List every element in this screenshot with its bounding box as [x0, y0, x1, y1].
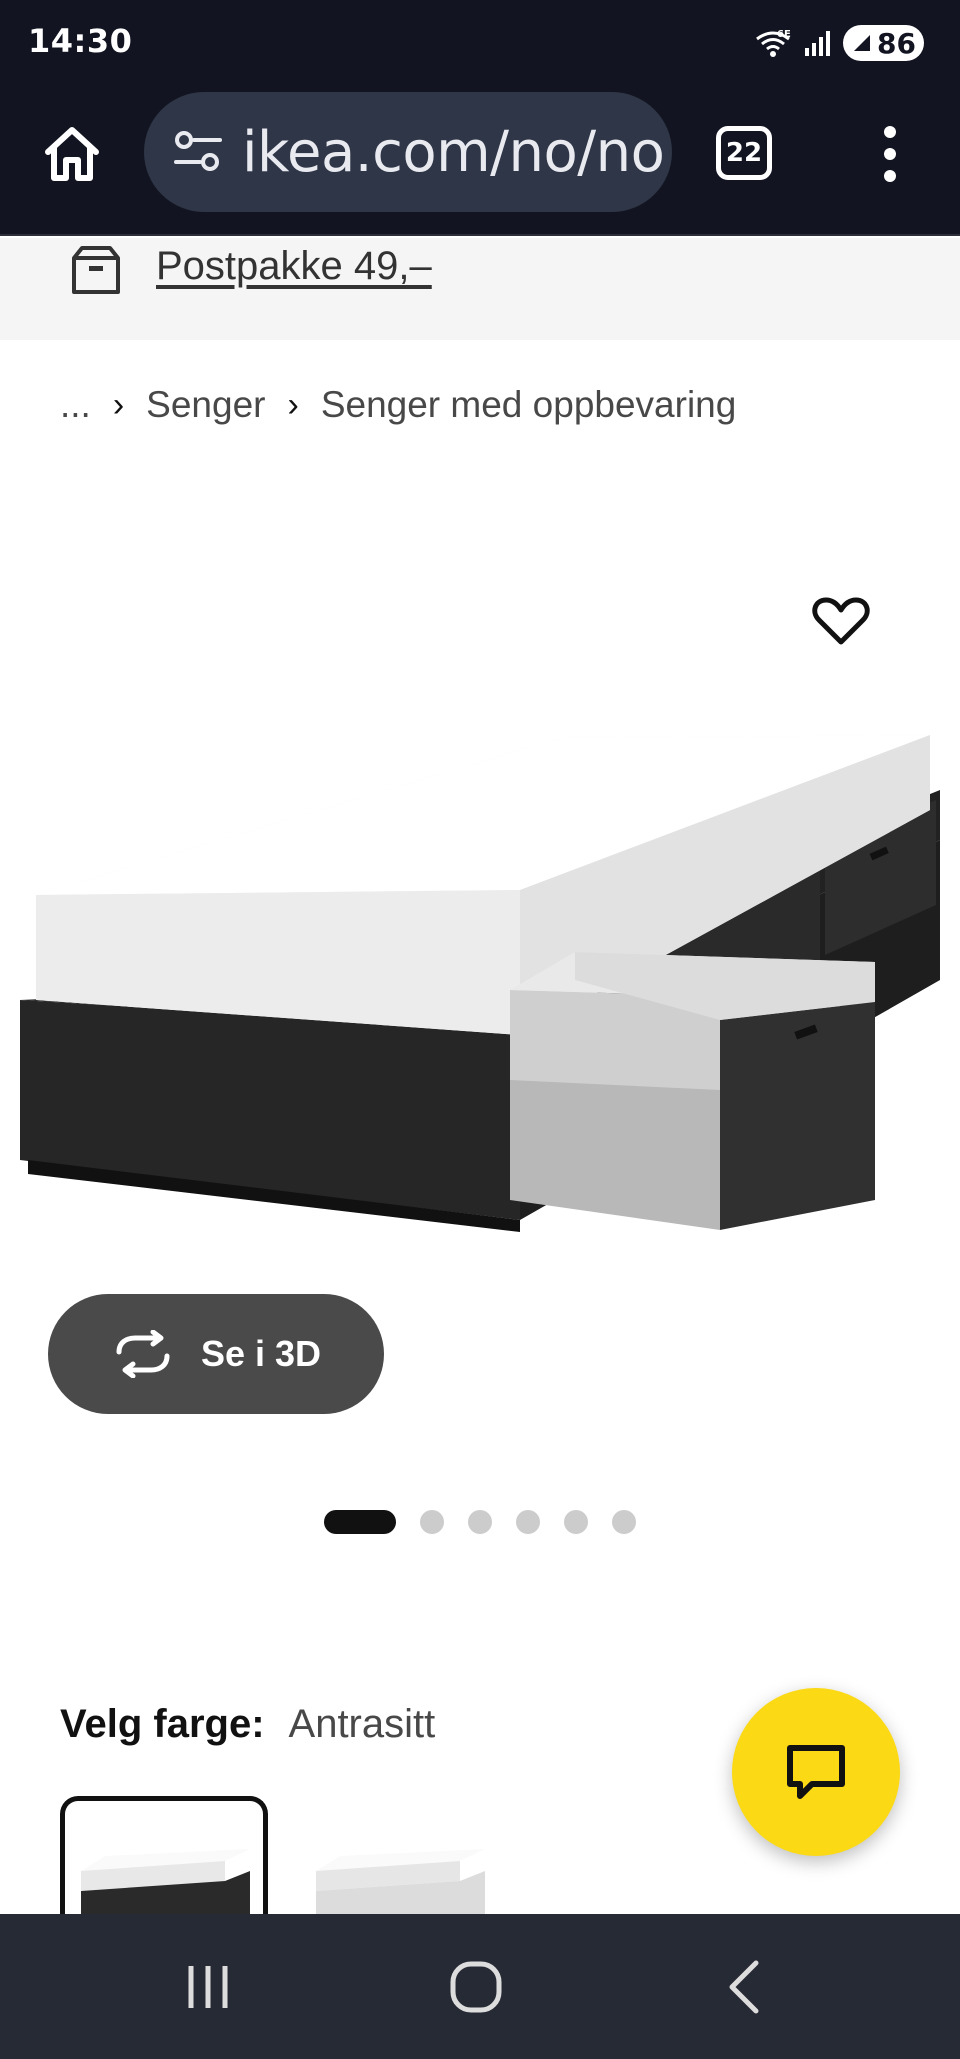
network-type: 6E — [777, 29, 791, 40]
site-settings-icon[interactable] — [170, 124, 226, 180]
more-menu-icon[interactable] — [870, 124, 910, 184]
back-icon — [729, 1960, 759, 2014]
shipping-banner: Postpakke 49,– — [0, 238, 960, 340]
address-bar[interactable]: ikea.com/no/no — [144, 92, 672, 212]
chat-icon — [787, 1745, 845, 1799]
color-label: Velg farge: — [60, 1701, 265, 1746]
home-nav-button[interactable] — [436, 1952, 516, 2022]
wifi-icon: 6E — [756, 29, 791, 57]
battery-saver-icon — [854, 35, 871, 51]
carousel-dot-4[interactable] — [516, 1510, 540, 1534]
browser-toolbar: ikea.com/no/no 22 — [0, 88, 960, 236]
view-in-3d-button[interactable]: Se i 3D — [48, 1294, 384, 1414]
chevron-right-icon: › — [112, 385, 125, 424]
carousel-dot-3[interactable] — [468, 1510, 492, 1534]
heart-icon[interactable] — [810, 590, 872, 652]
breadcrumb-item-senger[interactable]: Senger — [146, 384, 265, 426]
recents-button[interactable] — [168, 1952, 248, 2022]
battery-indicator: 86 — [843, 25, 924, 61]
home-icon[interactable] — [40, 122, 104, 186]
carousel-dot-5[interactable] — [564, 1510, 588, 1534]
rotate-3d-icon — [116, 1330, 170, 1378]
status-time: 14:30 — [28, 22, 133, 60]
url-text[interactable]: ikea.com/no/no — [242, 120, 664, 185]
signal-icon — [805, 31, 831, 56]
recents-icon — [188, 1966, 228, 2008]
battery-level: 86 — [877, 26, 916, 60]
color-selector: Velg farge: Antrasitt — [60, 1696, 435, 1752]
breadcrumb: ... › Senger › Senger med oppbevaring — [60, 380, 736, 430]
view-in-3d-label: Se i 3D — [200, 1333, 322, 1374]
system-nav-bar — [0, 1914, 960, 2059]
carousel-dot-6[interactable] — [612, 1510, 636, 1534]
back-button[interactable] — [704, 1952, 784, 2022]
home-nav-icon — [450, 1961, 502, 2013]
carousel-dot-2[interactable] — [420, 1510, 444, 1534]
color-swatch-white[interactable] — [300, 1796, 508, 1916]
product-image[interactable] — [0, 560, 960, 1300]
color-swatch-antrasitt[interactable] — [60, 1796, 268, 1916]
color-value: Antrasitt — [288, 1701, 436, 1746]
tab-switcher-button[interactable]: 22 — [716, 126, 772, 180]
status-icons: 6E 86 — [753, 22, 924, 64]
shipping-link[interactable]: Postpakke 49,– — [156, 244, 432, 289]
parcel-icon — [72, 246, 120, 294]
breadcrumb-ellipsis[interactable]: ... — [60, 384, 91, 426]
status-bar: 14:30 6E 86 — [0, 0, 960, 88]
carousel-dots — [0, 1510, 960, 1534]
chevron-right-icon: › — [287, 385, 299, 424]
breadcrumb-item-senger-med-oppbevaring[interactable]: Senger med oppbevaring — [321, 384, 737, 426]
chat-button[interactable] — [732, 1688, 900, 1856]
carousel-dot-1[interactable] — [324, 1510, 396, 1534]
